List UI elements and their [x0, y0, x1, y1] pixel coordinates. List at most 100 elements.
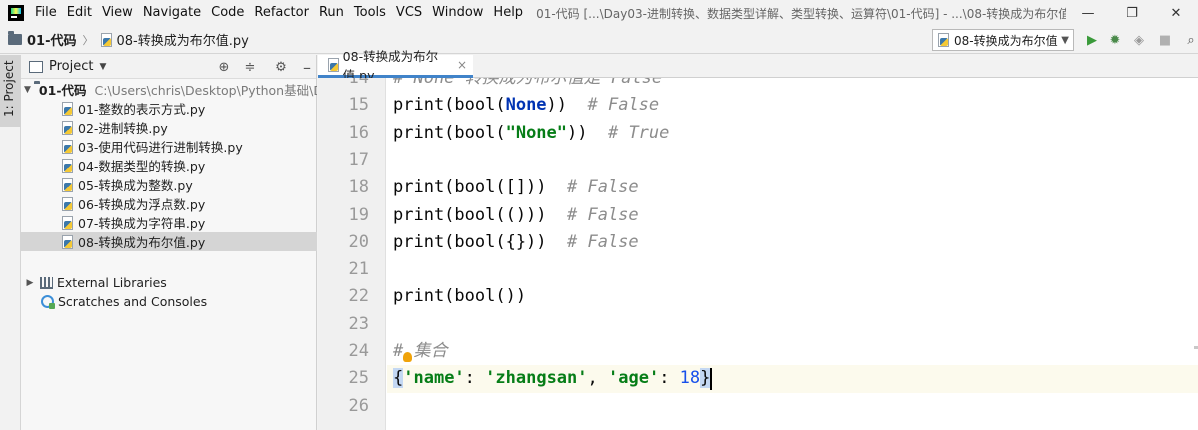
- run-configuration-select[interactable]: 08-转换成为布尔值 ▼: [932, 29, 1074, 51]
- breadcrumb-file[interactable]: 08-转换成为布尔值.py: [117, 30, 249, 49]
- code-line: print(bool(None)) # False: [387, 92, 1198, 119]
- text-caret: [710, 368, 712, 390]
- python-file-icon: [61, 139, 74, 154]
- locate-file-icon[interactable]: ⊕: [215, 58, 233, 76]
- python-file-icon: [61, 196, 74, 211]
- code-token: # False: [567, 204, 639, 225]
- code-token: 'zhangsan': [485, 368, 588, 389]
- project-view-title[interactable]: Project: [49, 59, 93, 74]
- close-tab-icon[interactable]: ×: [457, 58, 467, 72]
- python-file-icon: [61, 158, 74, 173]
- python-file-icon: [61, 177, 74, 192]
- code-token: print(bool(())): [393, 204, 567, 225]
- code-token: # False: [567, 231, 639, 252]
- chevron-down-icon[interactable]: ▼: [24, 85, 31, 95]
- code-token: 18: [679, 368, 701, 389]
- line-number: 16: [348, 122, 369, 143]
- code-token: # None 转换成为布尔值是 False: [393, 78, 663, 88]
- run-configuration-label: 08-转换成为布尔值: [954, 33, 1058, 48]
- chevron-right-icon[interactable]: ▶: [24, 278, 36, 288]
- menu-vcs[interactable]: VCS: [391, 0, 427, 26]
- python-file-icon: [327, 58, 339, 72]
- code-token: 'name': [403, 368, 465, 389]
- scroll-marker: [1194, 346, 1198, 349]
- python-file-icon: [61, 101, 74, 116]
- menu-navigate[interactable]: Navigate: [138, 0, 206, 26]
- coverage-button[interactable]: ◈: [1130, 31, 1148, 49]
- code-token: "None": [505, 122, 568, 143]
- chevron-down-icon[interactable]: ▼: [99, 62, 106, 72]
- breadcrumb: 01-代码 〉 08-转换成为布尔值.py: [0, 30, 249, 49]
- tree-file-label: 08-转换成为布尔值.py: [78, 235, 206, 250]
- code-token: None: [505, 95, 547, 116]
- tree-file-item[interactable]: 08-转换成为布尔值.py: [21, 232, 317, 251]
- project-tool-window-tab[interactable]: 1: Project: [0, 55, 21, 127]
- tree-file-label: 02-进制转换.py: [78, 121, 168, 136]
- line-number: 21: [348, 259, 369, 280]
- menu-items: File Edit View Navigate Code Refactor Run Tools…: [30, 0, 528, 26]
- lightbulb-icon[interactable]: [403, 352, 412, 362]
- code-token: )): [567, 122, 608, 143]
- python-file-icon: [100, 32, 113, 47]
- tree-external-libraries[interactable]: ▶ External Libraries: [21, 273, 317, 292]
- tree-file-label: 06-转换成为浮点数.py: [78, 197, 206, 212]
- menu-bar: File Edit View Navigate Code Refactor Run Tools…: [0, 0, 1198, 26]
- close-window-button[interactable]: ✕: [1154, 0, 1198, 26]
- code-line: print(bool("None")) # True: [387, 120, 1198, 147]
- stop-button[interactable]: ■: [1156, 31, 1174, 49]
- tree-scratches[interactable]: Scratches and Consoles: [21, 292, 317, 311]
- line-number: 17: [348, 149, 369, 170]
- code-text-area[interactable]: # None 转换成为布尔值是 False print(bool(None)) #…: [387, 78, 1198, 430]
- code-token: print(bool({})): [393, 231, 567, 252]
- scratches-icon: [41, 295, 55, 309]
- tree-file-item[interactable]: 05-转换成为整数.py: [21, 175, 317, 194]
- menu-run[interactable]: Run: [314, 0, 349, 26]
- menu-tools[interactable]: Tools: [349, 0, 391, 26]
- code-token: {: [393, 368, 404, 389]
- window-title: 01-代码 [...\Day03-进制转换、数据类型详解、类型转换、运算符\01…: [536, 6, 1066, 21]
- code-token: print(bool(: [393, 95, 506, 116]
- tree-root-folder[interactable]: ▼ 01-代码 C:\Users\chris\Desktop\Python基础\…: [21, 80, 317, 99]
- menu-refactor[interactable]: Refactor: [249, 0, 314, 26]
- breadcrumb-root[interactable]: 01-代码: [27, 30, 77, 49]
- debug-button[interactable]: ✹: [1106, 31, 1124, 49]
- collapse-all-icon[interactable]: ≑: [241, 58, 259, 76]
- tree-file-item[interactable]: 04-数据类型的转换.py: [21, 156, 317, 175]
- menu-window[interactable]: Window: [427, 0, 488, 26]
- menu-file[interactable]: File: [30, 0, 62, 26]
- external-libraries-label: External Libraries: [57, 275, 167, 290]
- restore-button[interactable]: ❐: [1110, 0, 1154, 26]
- code-token: 'age': [608, 368, 660, 389]
- menu-view[interactable]: View: [97, 0, 138, 26]
- line-number: 23: [348, 313, 369, 334]
- code-token: # False: [587, 95, 660, 116]
- minimize-button[interactable]: —: [1066, 0, 1110, 26]
- tree-file-item[interactable]: 03-使用代码进行进制转换.py: [21, 137, 317, 156]
- line-number: 15: [348, 95, 369, 116]
- menu-edit[interactable]: Edit: [62, 0, 97, 26]
- hide-panel-icon[interactable]: –: [298, 58, 316, 77]
- run-button[interactable]: ▶: [1083, 31, 1101, 49]
- code-line: print(bool({})) # False: [387, 229, 1198, 256]
- code-line: print(bool()): [387, 283, 1198, 310]
- python-file-icon: [61, 215, 74, 230]
- tree-file-item[interactable]: 02-进制转换.py: [21, 118, 317, 137]
- editor-tab-active[interactable]: 08-转换成为布尔值.py ×: [318, 49, 473, 83]
- line-number: 20: [348, 231, 369, 252]
- code-token: :: [659, 368, 680, 389]
- tree-file-item[interactable]: 07-转换成为字符串.py: [21, 213, 317, 232]
- menu-help[interactable]: Help: [488, 0, 528, 26]
- gear-icon[interactable]: ⚙: [272, 58, 290, 76]
- tree-file-item[interactable]: 01-整数的表示方式.py: [21, 99, 317, 118]
- tool-window-strip: 1: Project: [0, 55, 21, 430]
- search-everywhere-icon[interactable]: ⌕: [1182, 31, 1198, 49]
- code-token: # 集合: [393, 341, 448, 361]
- menu-code[interactable]: Code: [206, 0, 249, 26]
- folder-icon: [8, 31, 22, 45]
- tree-file-item[interactable]: 06-转换成为浮点数.py: [21, 194, 317, 213]
- code-token: ,: [587, 368, 608, 389]
- line-number: 26: [348, 395, 369, 416]
